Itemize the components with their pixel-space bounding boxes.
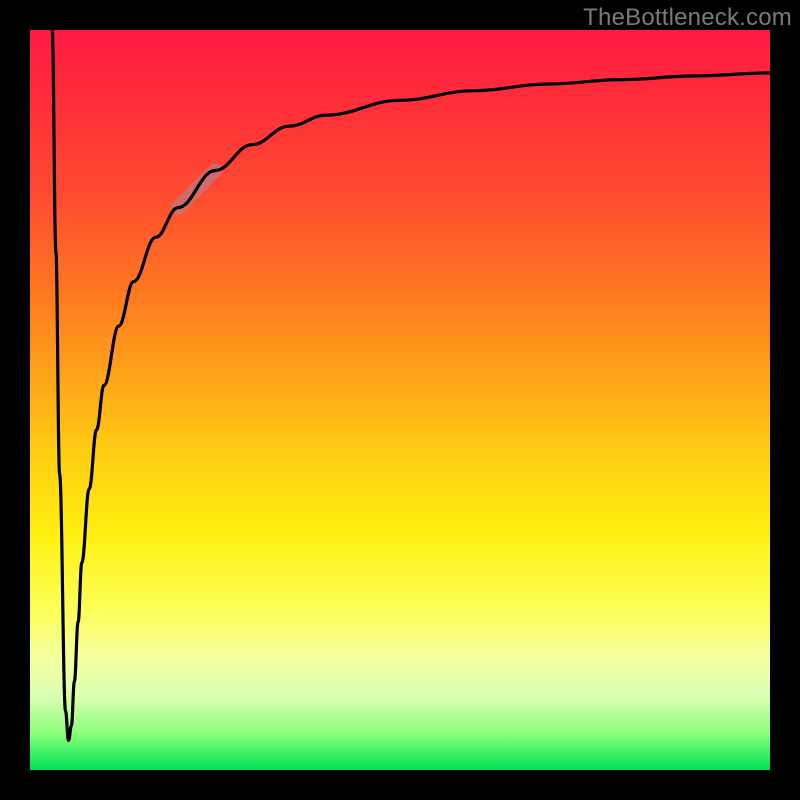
bottleneck-curve [52, 30, 770, 740]
watermark-text: TheBottleneck.com [583, 4, 792, 32]
plot-area [30, 30, 770, 770]
chart-frame: TheBottleneck.com [0, 0, 800, 800]
curve-svg [30, 30, 770, 770]
